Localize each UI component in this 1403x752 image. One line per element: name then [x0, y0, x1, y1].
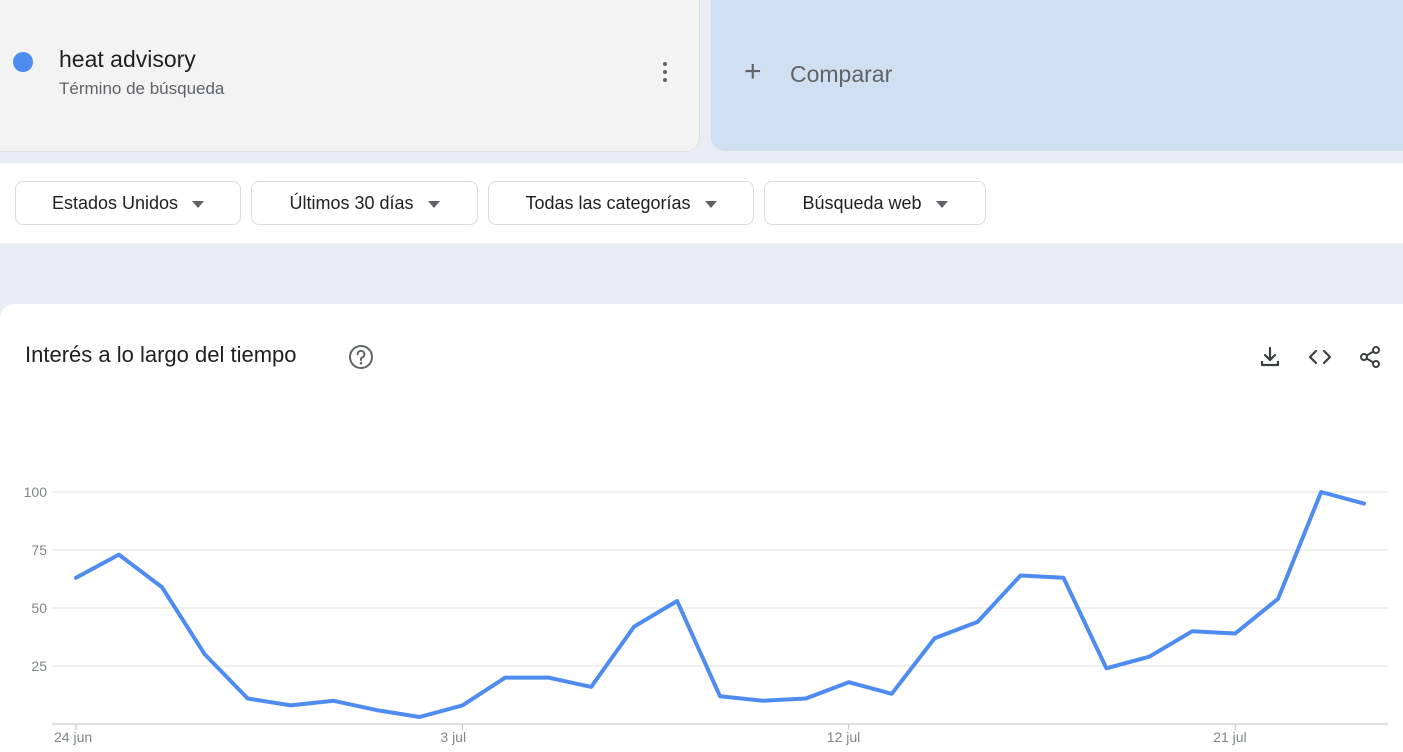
x-tick-label: 12 jul — [827, 729, 860, 745]
embed-code-icon[interactable] — [1307, 344, 1333, 370]
region-filter-label: Estados Unidos — [51, 192, 179, 213]
filter-bar: Estados Unidos Últimos 30 días Todas las… — [0, 163, 1403, 243]
chart-section-title: Interés a lo largo del tiempo — [25, 342, 297, 367]
period-filter[interactable]: Últimos 30 días — [251, 181, 478, 225]
help-circle-icon[interactable] — [348, 344, 374, 370]
search-term-title[interactable]: heat advisory — [59, 46, 196, 73]
interest-line-chart: 25 50 75 100 24 jun 3 jul 12 jul 21 jul — [24, 484, 1388, 745]
caret-down-icon — [704, 200, 717, 208]
more-options-icon[interactable] — [651, 58, 679, 86]
y-tick-label: 75 — [31, 542, 47, 558]
y-tick-label: 25 — [31, 658, 47, 674]
search-term-card[interactable] — [0, 0, 700, 152]
x-tick-label: 3 jul — [440, 729, 466, 745]
x-tick-label: 24 jun — [54, 729, 92, 745]
caret-down-icon — [192, 200, 205, 208]
caret-down-icon — [935, 200, 948, 208]
search-type-filter[interactable]: Búsqueda web — [764, 181, 986, 225]
series-line — [74, 490, 1366, 719]
download-icon[interactable] — [1257, 344, 1283, 370]
y-tick-label: 50 — [31, 600, 47, 616]
category-filter-label: Todas las categorías — [525, 192, 691, 213]
category-filter[interactable]: Todas las categorías — [488, 181, 754, 225]
region-filter[interactable]: Estados Unidos — [15, 181, 241, 225]
term-color-dot — [13, 52, 33, 72]
plus-icon[interactable]: + — [744, 57, 762, 87]
y-tick-label: 100 — [24, 484, 48, 500]
period-filter-label: Últimos 30 días — [289, 192, 414, 213]
search-term-subtitle: Término de búsqueda — [59, 79, 225, 98]
caret-down-icon — [427, 200, 440, 208]
share-icon[interactable] — [1357, 344, 1383, 370]
x-tick-label: 21 jul — [1213, 729, 1246, 745]
compare-label[interactable]: Comparar — [790, 61, 892, 88]
search-type-filter-label: Búsqueda web — [802, 192, 922, 213]
